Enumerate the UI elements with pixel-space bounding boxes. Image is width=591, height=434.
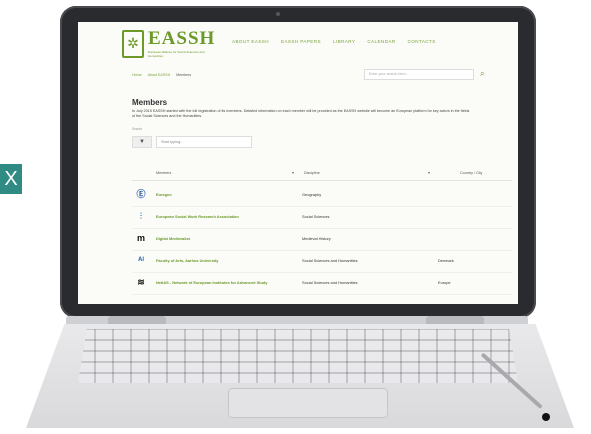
member-name-link[interactable]: Euregeo <box>156 192 296 197</box>
stylus-tip <box>542 413 550 421</box>
search-placeholder: Enter your search term... <box>369 72 409 76</box>
breadcrumb: Home About EASSH Members <box>132 73 191 77</box>
site-search-input[interactable]: Enter your search term... <box>364 69 474 80</box>
nav-library[interactable]: LIBRARY <box>333 39 355 44</box>
table-row: ≋ NetIAS - Network of European Institute… <box>132 272 512 295</box>
nav-calendar[interactable]: CALENDAR <box>367 39 395 44</box>
breadcrumb-home[interactable]: Home <box>132 73 142 77</box>
member-discipline: Social Sciences and Humanities <box>302 258 358 263</box>
sort-arrow-icon[interactable]: ▾ <box>428 170 430 175</box>
site-header: ✲ EASSH European Alliance for Social Sci… <box>78 22 518 66</box>
member-discipline: Social Sciences and Humanities <box>302 280 358 285</box>
table-row: Ⓔ Euregeo Geography <box>132 184 512 207</box>
member-name-link[interactable]: NetIAS - Network of European Institutes … <box>156 280 296 285</box>
intro-text: In July 2015 EASSH started with the full… <box>132 109 470 118</box>
touchpad <box>228 388 388 418</box>
page-title: Members <box>132 98 168 107</box>
keyboard <box>78 329 518 383</box>
filter-icon[interactable]: ▼ <box>132 136 152 148</box>
header-country[interactable]: Country / City <box>460 171 482 175</box>
member-logo-icon: ᴬᴵ <box>138 255 144 265</box>
member-logo-icon: ⫶ <box>139 211 143 221</box>
table-header: Members ▾ Discipline ▾ Country / City <box>132 168 512 181</box>
member-name-link[interactable]: European Social Work Research Associatio… <box>156 214 296 219</box>
member-discipline: Geography <box>302 192 322 197</box>
nav-about[interactable]: ABOUT EASSH <box>232 39 269 44</box>
header-discipline[interactable]: Discipline <box>304 171 320 175</box>
search-icon[interactable]: ⌕ <box>480 69 484 79</box>
breadcrumb-current: Members <box>176 73 192 77</box>
filter-label: Search <box>132 127 143 131</box>
table-row: ⫶ European Social Work Research Associat… <box>132 206 512 229</box>
nav-papers[interactable]: EASSH PAPERS <box>281 39 321 44</box>
main-nav: ABOUT EASSH EASSH PAPERS LIBRARY CALENDA… <box>232 39 436 44</box>
vitruvian-logo-icon[interactable]: ✲ <box>122 30 144 58</box>
member-discipline: Medieval History <box>302 236 331 241</box>
nav-contacts[interactable]: CONTACTS <box>408 39 436 44</box>
table-row: ᴬᴵ Faculty of Arts, Aarhus University So… <box>132 250 512 273</box>
breadcrumb-about[interactable]: About EASSH <box>148 73 171 77</box>
member-name-link[interactable]: Digital Medievalist <box>156 236 296 241</box>
member-logo-icon: Ⓔ <box>136 189 146 199</box>
member-country: Europe <box>438 280 451 285</box>
laptop-screen: ✲ EASSH European Alliance for Social Sci… <box>78 22 518 304</box>
filter-placeholder: Start typing... <box>161 140 184 144</box>
filter-input[interactable]: Start typing... <box>156 136 252 148</box>
sort-arrow-icon[interactable]: ▾ <box>292 170 294 175</box>
table-row: m Digital Medievalist Medieval History <box>132 228 512 251</box>
member-country: Denmark <box>438 258 454 263</box>
site-logo-subtitle: European Alliance for Social Sciences an… <box>148 50 205 58</box>
member-logo-icon: ≋ <box>137 277 145 287</box>
member-discipline: Social Sciences <box>302 214 330 219</box>
header-members[interactable]: Members <box>156 171 171 175</box>
camera-icon <box>276 12 280 16</box>
member-name-link[interactable]: Faculty of Arts, Aarhus University <box>156 258 296 263</box>
x-badge: X <box>0 164 22 194</box>
member-logo-icon: m <box>136 233 145 243</box>
site-logo-title[interactable]: EASSH <box>148 28 215 50</box>
